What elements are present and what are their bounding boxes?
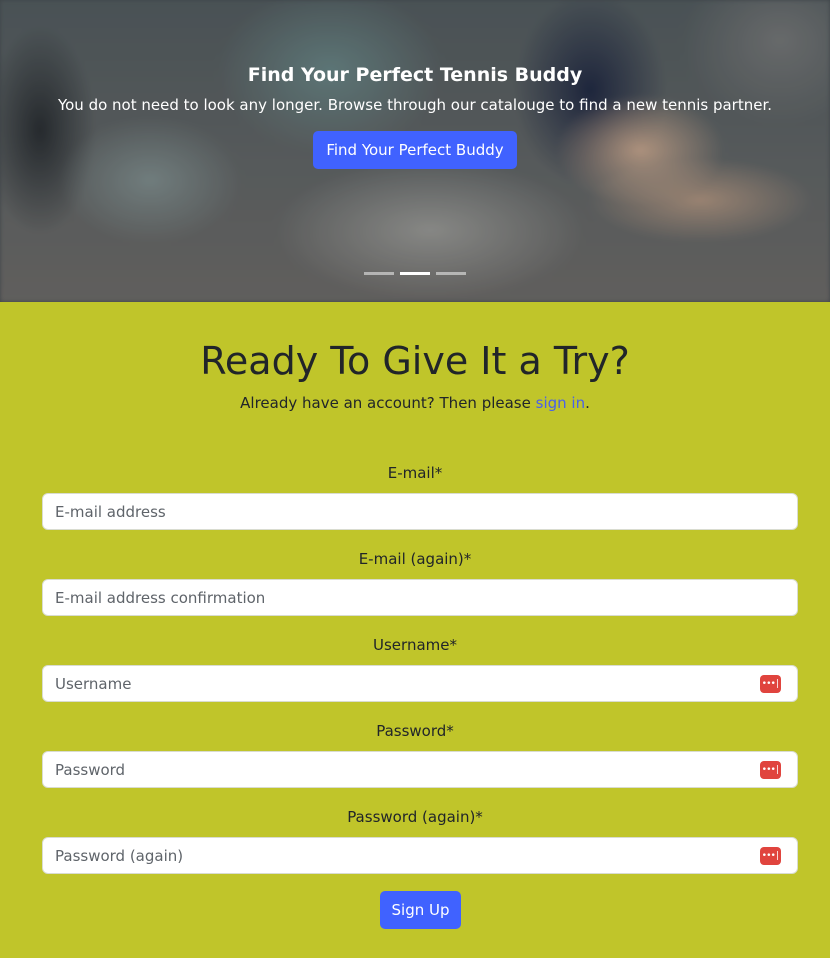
hero-caption: Find Your Perfect Tennis Buddy You do no…: [0, 62, 830, 169]
hero-carousel: Find Your Perfect Tennis Buddy You do no…: [0, 0, 830, 302]
signin-link[interactable]: sign in: [536, 394, 585, 412]
password-confirm-field[interactable]: [42, 837, 798, 874]
signin-prompt: Already have an account? Then please sig…: [0, 393, 830, 413]
carousel-indicator-3[interactable]: [436, 272, 466, 275]
carousel-indicators: [0, 272, 830, 275]
email-confirm-field[interactable]: [42, 579, 798, 616]
carousel-indicator-2[interactable]: [400, 272, 430, 275]
carousel-indicator-1[interactable]: [364, 272, 394, 275]
hero-title: Find Your Perfect Tennis Buddy: [247, 64, 583, 86]
signin-prompt-end: .: [585, 394, 590, 412]
email-field[interactable]: [42, 493, 798, 530]
password-manager-icon[interactable]: •••|: [760, 761, 781, 779]
username-field[interactable]: [42, 665, 798, 702]
find-buddy-button[interactable]: Find Your Perfect Buddy: [313, 131, 517, 169]
hero-text: You do not need to look any longer. Brow…: [57, 96, 773, 114]
password-again-label: Password (again)*: [347, 808, 483, 826]
password-manager-icon[interactable]: •••|: [760, 675, 781, 693]
email-label: E-mail*: [387, 464, 443, 482]
signup-title: Ready To Give It a Try?: [200, 339, 630, 383]
password-field[interactable]: [42, 751, 798, 788]
sign-up-button[interactable]: Sign Up: [380, 891, 461, 929]
password-label: Password*: [376, 722, 454, 740]
username-label: Username*: [373, 636, 457, 654]
password-manager-icon[interactable]: •••|: [760, 847, 781, 865]
signin-prompt-text: Already have an account? Then please: [240, 394, 536, 412]
email-again-label: E-mail (again)*: [358, 550, 472, 568]
